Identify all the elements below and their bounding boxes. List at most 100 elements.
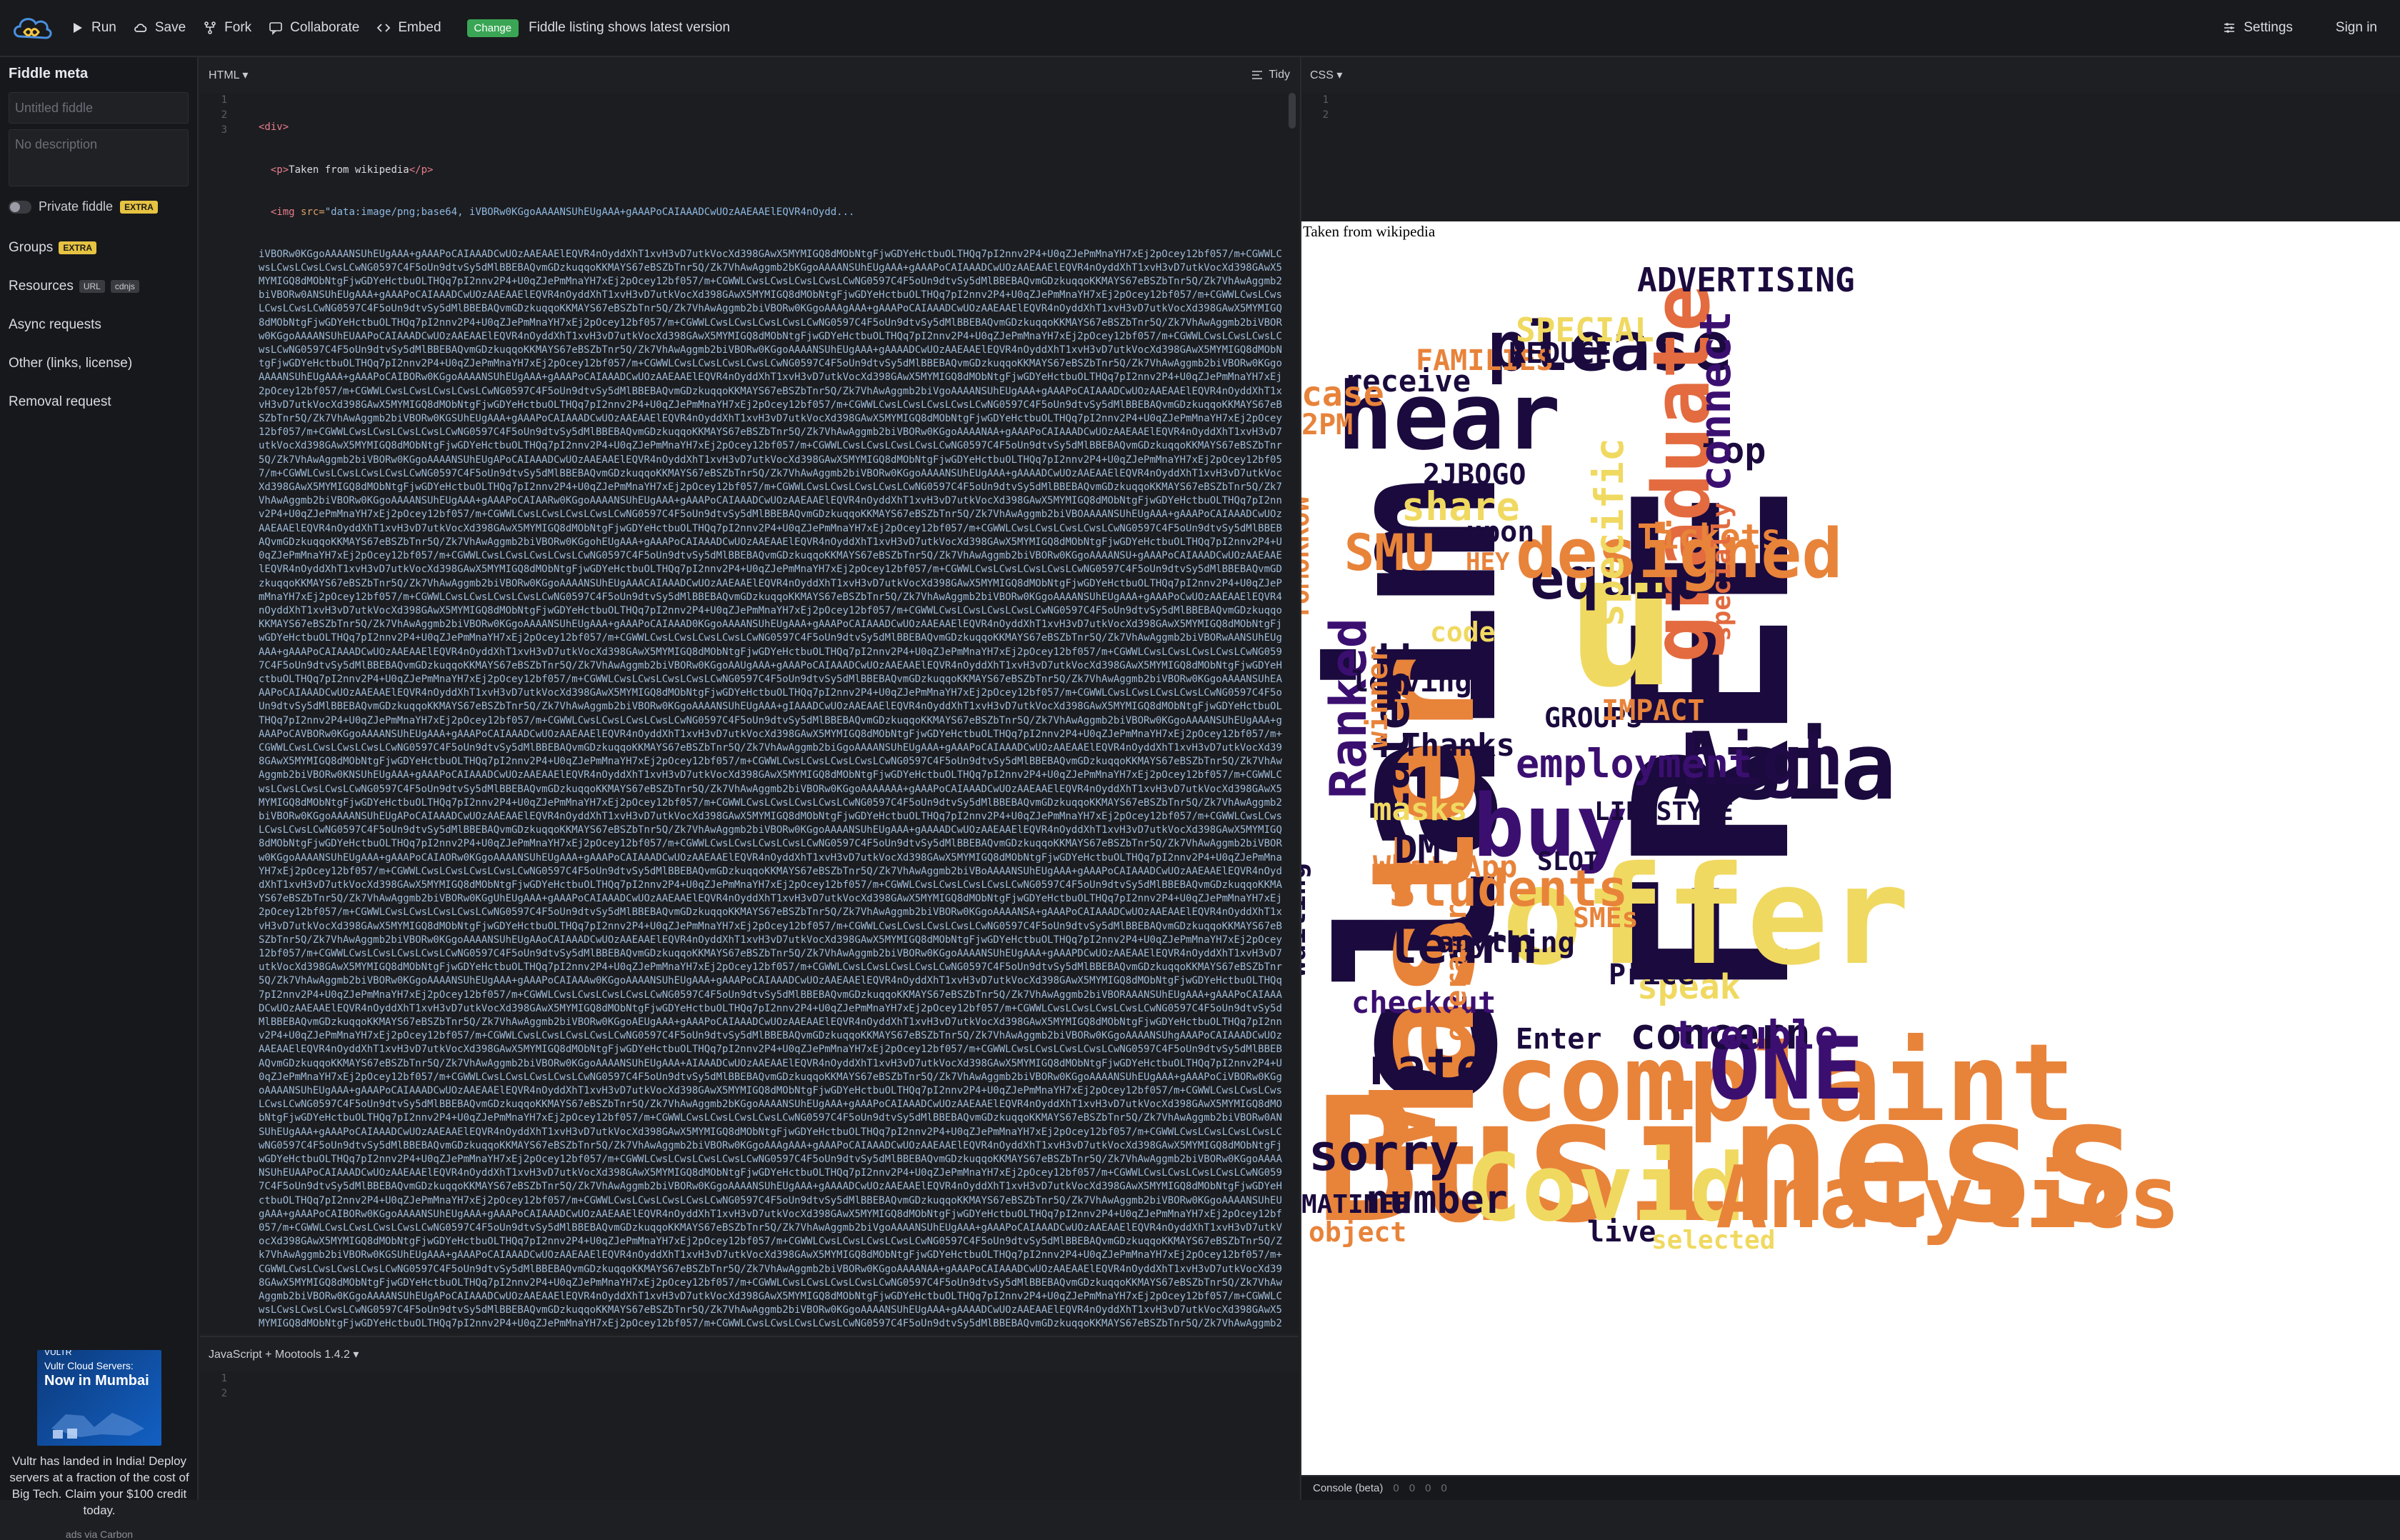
save-label: Save <box>154 20 186 35</box>
ad-via-link[interactable]: ads via Carbon <box>9 1529 190 1540</box>
sidebar-item-other[interactable]: Other (links, license) <box>9 356 189 371</box>
css-code-editor[interactable]: 1 2 <box>1300 93 2400 221</box>
sign-in-link[interactable]: Sign in <box>2336 20 2377 36</box>
collaborate-label: Collaborate <box>290 20 360 35</box>
wordcloud-word: Thanks <box>1401 727 1515 764</box>
line-number-gutter: 1 2 <box>200 1371 243 1500</box>
wordcloud-word: code <box>1430 616 1496 648</box>
console-bar[interactable]: Console (beta) 0 0 0 0 <box>1300 1475 2400 1500</box>
world-map-icon <box>51 1413 144 1439</box>
result-panel[interactable]: Taken from wikipedia Business claim Master… <box>1300 221 2400 1475</box>
url-badge: URL <box>79 280 105 293</box>
wordcloud-word: winner <box>1361 646 1394 749</box>
private-toggle[interactable] <box>9 200 31 214</box>
fork-label: Fork <box>224 20 252 35</box>
wordcloud-word: IMPACT <box>1601 694 1705 727</box>
wordcloud-word: Enter <box>1516 1023 1601 1056</box>
wordcloud-word: selected <box>1651 1226 1775 1255</box>
css-language-select[interactable]: CSS ▾ <box>1310 68 1342 82</box>
code-brackets-icon <box>377 24 391 32</box>
run-label: Run <box>91 20 116 35</box>
wordcloud-word: employment <box>1516 741 1752 786</box>
fork-button[interactable]: Fork <box>203 20 251 36</box>
p-text: Taken from wikipedia <box>289 164 409 176</box>
code-area[interactable]: <div> <p>Taken from wikipedia</p> <img s… <box>259 93 1287 1333</box>
wordcloud-word: HEY <box>1466 548 1510 576</box>
wordcloud-word: trouble <box>1673 1012 1839 1058</box>
sidebar: Fiddle meta Untitled fiddle No descripti… <box>0 57 199 1540</box>
wordcloud-word: Price <box>1609 959 1694 991</box>
align-lines-icon <box>1252 71 1263 79</box>
wordcloud-word: DM <box>1394 827 1441 872</box>
private-label: Private fiddle <box>39 199 114 214</box>
settings-button[interactable]: Settings <box>2222 20 2293 36</box>
line-number: 2 <box>221 109 227 121</box>
tidy-button[interactable]: Tidy <box>1251 69 1290 81</box>
img-tag: <img <box>270 206 301 219</box>
extra-badge: EXTRA <box>59 241 96 254</box>
wordcloud-word: Analytics <box>1716 1149 2180 1248</box>
css-panel-header: CSS ▾ <box>1300 57 2400 93</box>
code-line: <div> <box>259 120 1287 135</box>
cdnjs-badge: cdnjs <box>110 280 139 293</box>
line-number: 1 <box>1322 94 1329 106</box>
wordcloud-word: sorry <box>1309 1124 1459 1182</box>
src-attribute: src= <box>301 206 325 219</box>
run-button[interactable]: Run <box>70 20 116 36</box>
resources-label: Resources <box>9 279 74 294</box>
collaborate-button[interactable]: Collaborate <box>269 20 359 36</box>
wordcloud-word: live <box>1587 1216 1656 1249</box>
ad-text[interactable]: Vultr has landed in India! Deploy server… <box>9 1453 190 1519</box>
wordcloud-word: operator <box>1440 904 1473 1041</box>
line-number: 2 <box>221 1388 227 1399</box>
groups-label: Groups <box>9 240 54 255</box>
ad-image-line2: Now in Mumbai <box>44 1373 149 1389</box>
jsfiddle-logo-icon[interactable] <box>9 5 54 51</box>
sidebar-item-async-requests[interactable]: Async requests <box>9 317 189 333</box>
ad-image[interactable]: VULTR Vultr Cloud Servers: Now in Mumbai <box>37 1350 161 1446</box>
fiddle-title: Fiddle listing shows latest version <box>529 20 731 35</box>
save-button[interactable]: Save <box>134 20 186 36</box>
embed-button[interactable]: Embed <box>376 20 441 36</box>
wordcloud-word: masks <box>1373 791 1467 828</box>
chat-icon <box>269 22 282 35</box>
wordcloud-word: waiting <box>1301 863 1311 977</box>
html-code-editor[interactable]: 1 2 3 <div> <p>Taken from wikipedia</p> … <box>200 93 1299 1333</box>
wordcloud-word: MATINEE <box>1301 1190 1410 1219</box>
fiddle-description-input[interactable]: No description <box>9 129 189 186</box>
ad-image-line1: Vultr Cloud Servers: <box>44 1360 134 1371</box>
fork-icon <box>204 21 216 34</box>
line-number: 1 <box>221 94 227 106</box>
console-count: 0 <box>1425 1482 1431 1494</box>
fiddle-title-input[interactable]: Untitled fiddle <box>9 92 189 124</box>
ad-brand-logo: VULTR <box>44 1350 72 1357</box>
change-badge[interactable]: Change <box>466 19 519 37</box>
p-open-tag: <p> <box>270 164 289 176</box>
js-code-editor[interactable]: 1 2 <box>200 1371 1299 1500</box>
word-cloud-image: BusinessclaimMaster FREEoffercomplaintCov… <box>1301 241 2381 1321</box>
wordcloud-word: rate <box>1366 1038 1486 1096</box>
wordcloud-word: LIFESTYLE <box>1594 797 1734 826</box>
sidebar-item-groups[interactable]: Groups EXTRA <box>9 240 189 256</box>
private-fiddle-toggle-row[interactable]: Private fiddle EXTRA <box>9 199 189 214</box>
wordcloud-word: connect <box>1691 311 1741 491</box>
carbon-ad[interactable]: VULTR Vultr Cloud Servers: Now in Mumbai… <box>9 1350 190 1540</box>
html-language-select[interactable]: HTML ▾ <box>209 68 248 82</box>
line-number: 3 <box>221 124 227 136</box>
line-number: 2 <box>1322 109 1329 121</box>
wordcloud-word: checkout <box>1351 985 1496 1020</box>
settings-label: Settings <box>2244 20 2293 35</box>
console-count: 0 <box>1409 1482 1416 1494</box>
editor-scrollbar[interactable] <box>1289 93 1296 129</box>
src-value: "data:image/png;base64, iVBORw0KGgoAAAAN… <box>324 206 855 219</box>
console-count: 0 <box>1393 1482 1399 1494</box>
base64-data-block: iVBORw0KGgoAAAANSUhEUgAAA+gAAAPoCAIAAADC… <box>259 248 1282 1333</box>
html-panel-header: HTML ▾ Tidy <box>200 57 1299 93</box>
sidebar-item-removal-request[interactable]: Removal request <box>9 394 189 410</box>
wordcloud-word: object <box>1309 1216 1406 1248</box>
js-language-select[interactable]: JavaScript + Mootools 1.4.2 ▾ <box>209 1347 359 1361</box>
p-close-tag: </p> <box>409 164 434 176</box>
sign-in-label: Sign in <box>2335 20 2377 35</box>
sidebar-item-resources[interactable]: Resources URL cdnjs <box>9 279 189 294</box>
extra-badge: EXTRA <box>120 200 158 214</box>
